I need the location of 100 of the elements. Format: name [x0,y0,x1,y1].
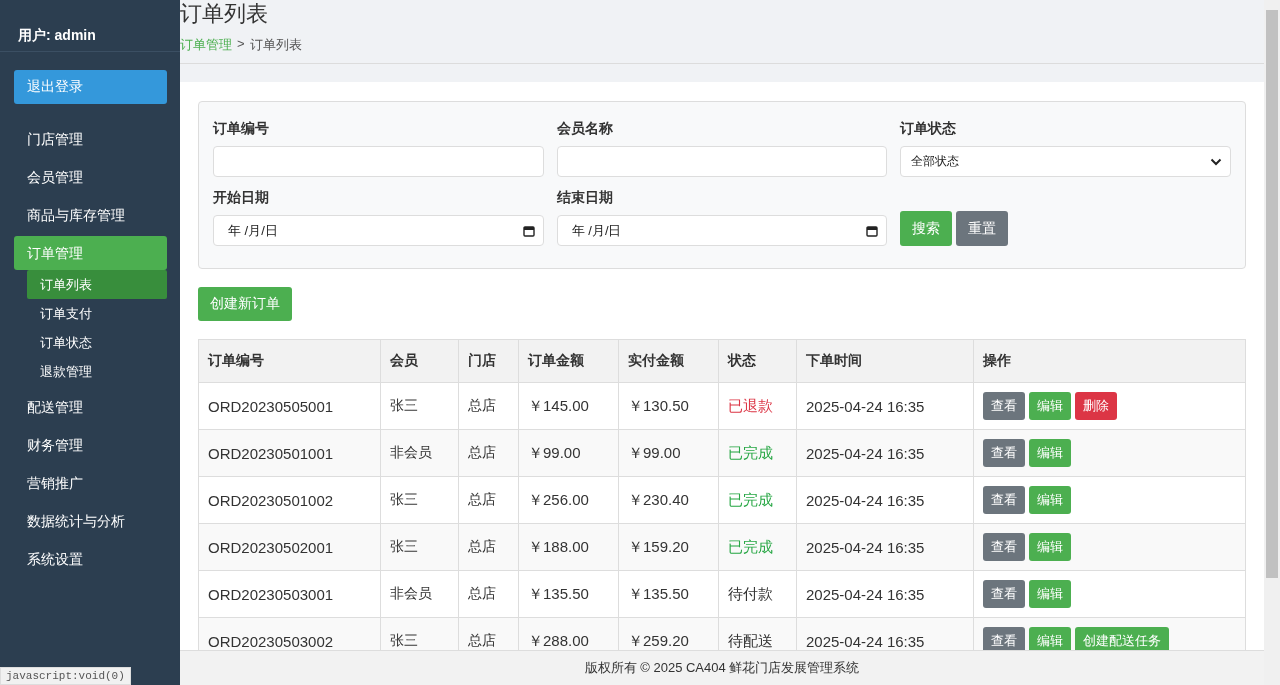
search-button[interactable]: 搜索 [900,211,953,246]
edit-button[interactable]: 编辑 [1029,486,1071,514]
table-cell: ￥145.00 [518,382,619,430]
table-cell: ￥188.00 [518,523,619,571]
column-header: 状态 [718,339,797,383]
create-delivery-button[interactable]: 创建配送任务 [1075,627,1169,650]
table-cell: 2025-04-24 16:35 [796,523,974,571]
table-cell: 张三 [380,382,459,430]
edit-button[interactable]: 编辑 [1029,392,1071,420]
status-url: javascript:void(0) [0,667,131,685]
table-cell: ￥135.50 [618,570,719,618]
nav-item[interactable]: 会员管理 [14,160,167,194]
nav-item[interactable]: 商品与库存管理 [14,198,167,232]
nav-subitem[interactable]: 订单列表 [27,270,167,299]
table-cell: ￥99.00 [618,429,719,477]
status-text: 已完成 [728,490,773,508]
nav-item[interactable]: 配送管理 [14,390,167,424]
date-field[interactable]: 年 /月/日 [213,215,544,246]
input-field[interactable] [213,146,544,177]
breadcrumb-current: 订单列表 [249,36,302,54]
status-dropdown[interactable]: 全部状态 [900,146,1231,177]
status-text: 待配送 [728,631,773,649]
edit-button[interactable]: 编辑 [1029,627,1071,650]
nav-item[interactable]: 财务管理 [14,428,167,462]
field-label: 结束日期 [556,189,614,207]
table-cell: ￥130.50 [618,382,719,430]
input-field[interactable] [556,146,888,177]
table-cell: 张三 [380,617,459,650]
breadcrumb-separator: > [237,36,245,53]
table-cell: 2025-04-24 16:35 [796,476,974,524]
status-text: 已退款 [728,396,773,414]
view-button[interactable]: 查看 [983,439,1025,467]
nav-subitem[interactable]: 订单状态 [27,328,167,357]
calendar-icon [522,224,535,237]
table-cell: ￥230.40 [618,476,719,524]
table-cell: 总店 [458,570,519,618]
view-button[interactable]: 查看 [983,392,1025,420]
column-header: 订单编号 [198,339,381,383]
edit-button[interactable]: 编辑 [1029,533,1071,561]
field-label: 会员名称 [556,120,614,138]
table-cell: 2025-04-24 16:35 [796,570,974,618]
scrollbar[interactable] [1264,0,1280,685]
nav-item[interactable]: 订单管理 [14,236,167,270]
nav-subitem[interactable]: 订单支付 [27,299,167,328]
table-cell: 非会员 [380,429,459,477]
breadcrumb-link[interactable]: 订单管理 [180,36,232,54]
table-cell: ORD20230501001 [198,429,381,477]
table-cell: ￥259.20 [618,617,719,650]
edit-button[interactable]: 编辑 [1029,580,1071,608]
table-cell: ORD20230501002 [198,476,381,524]
table-cell: 总店 [458,382,519,430]
table-cell: ORD20230503002 [198,617,381,650]
field-label: 订单编号 [213,120,270,138]
nav-subitem[interactable]: 退款管理 [27,357,167,386]
page-title: 订单列表 [180,0,269,28]
table-cell: 总店 [458,523,519,571]
calendar-icon [866,224,879,237]
table-cell: ORD20230502001 [198,523,381,571]
view-button[interactable]: 查看 [983,580,1025,608]
table-cell: 总店 [458,429,519,477]
field-label: 开始日期 [213,189,270,207]
nav-item[interactable]: 数据统计与分析 [14,504,167,538]
column-header: 实付金额 [618,339,719,383]
column-header: 会员 [380,339,459,383]
table-cell: ￥159.20 [618,523,719,571]
table-cell: ￥135.50 [518,570,619,618]
table-cell: 非会员 [380,570,459,618]
table-cell: 张三 [380,523,459,571]
table-cell: 2025-04-24 16:35 [796,617,974,650]
status-text: 待付款 [728,584,773,602]
view-button[interactable]: 查看 [983,533,1025,561]
copyright-text: 版权所有 © 2025 CA404 鲜花门店发展管理系统 [584,659,860,677]
status-text: 已完成 [728,537,773,555]
date-field[interactable]: 年 /月/日 [556,215,888,246]
table-cell: ORD20230503001 [198,570,381,618]
create-order-button[interactable]: 创建新订单 [198,287,292,321]
table-cell: 张三 [380,476,459,524]
column-header: 订单金额 [518,339,619,383]
logout-button[interactable]: 退出登录 [14,70,167,104]
nav-item[interactable]: 营销推广 [14,466,167,500]
table-cell: 2025-04-24 16:35 [796,382,974,430]
reset-button[interactable]: 重置 [956,211,1009,246]
view-button[interactable]: 查看 [983,486,1025,514]
edit-button[interactable]: 编辑 [1029,439,1071,467]
nav-item[interactable]: 系统设置 [14,542,167,576]
status-text: 已完成 [728,443,773,461]
chevron-down-icon [1210,157,1222,166]
nav-item[interactable]: 门店管理 [14,122,167,156]
column-header: 下单时间 [796,339,974,383]
table-cell: ORD20230505001 [198,382,381,430]
table-cell: ￥288.00 [518,617,619,650]
table-cell: 2025-04-24 16:35 [796,429,974,477]
column-header: 门店 [458,339,519,383]
table-cell: ￥256.00 [518,476,619,524]
table-cell: 总店 [458,476,519,524]
table-cell: 总店 [458,617,519,650]
view-button[interactable]: 查看 [983,627,1025,650]
table-cell: ￥99.00 [518,429,619,477]
delete-button[interactable]: 删除 [1075,392,1117,420]
column-header: 操作 [973,339,1246,383]
